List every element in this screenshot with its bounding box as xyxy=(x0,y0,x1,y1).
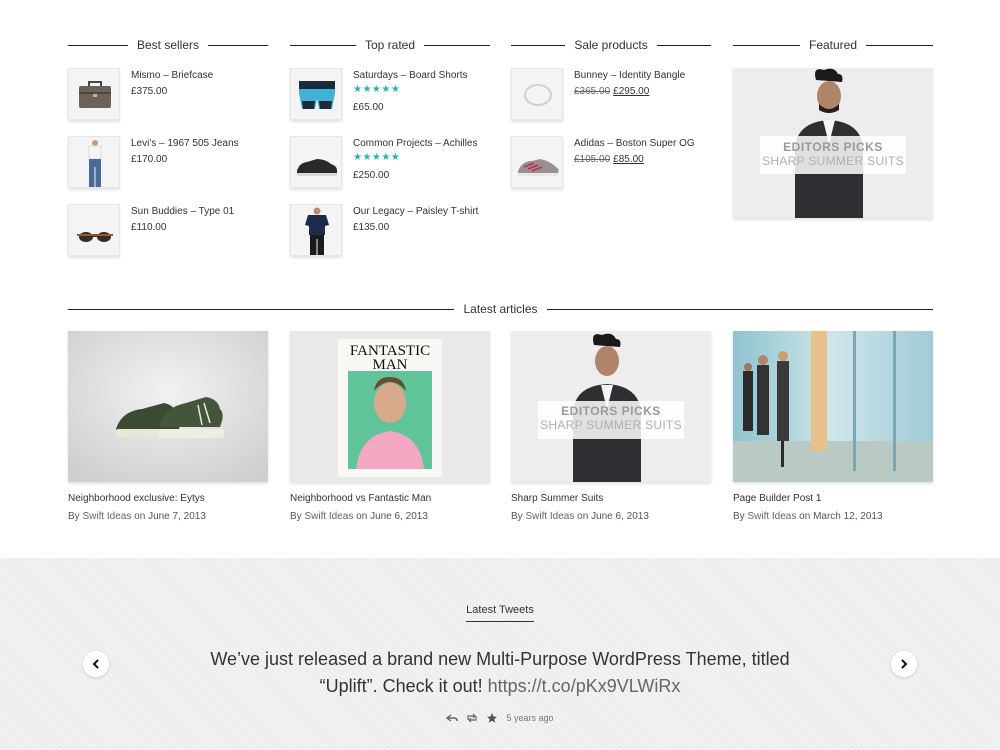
article-date: March 12, 2013 xyxy=(813,511,883,522)
product-widgets: Best sellers Mismo – Briefcase £375.00 L… xyxy=(68,36,933,276)
article-meta: By Swift Ideas on June 6, 2013 xyxy=(290,511,428,522)
retweet-icon[interactable] xyxy=(466,712,478,724)
product-item[interactable]: Common Projects – Achilles ★★★★★ £250.00 xyxy=(290,136,490,190)
product-item[interactable]: Adidas – Boston Super OG £105.00 £85.00 xyxy=(511,136,711,190)
product-price: £170.00 xyxy=(131,154,168,165)
product-price: £250.00 xyxy=(353,170,390,181)
author-link[interactable]: Swift Ideas xyxy=(525,511,574,522)
product-item[interactable]: Bunney – Identity Bangle £365.00 £295.00 xyxy=(511,68,711,122)
banner-line-1: EDITORS PICKS xyxy=(783,140,883,154)
widget-title: Featured xyxy=(733,36,933,54)
article-date: June 7, 2013 xyxy=(148,511,206,522)
product-thumbnail[interactable] xyxy=(290,136,342,188)
top-rated-widget: Top rated Saturdays – Board Shorts ★★★★★… xyxy=(290,36,490,256)
article-meta: By Swift Ideas on June 7, 2013 xyxy=(68,511,206,522)
product-name[interactable]: Our Legacy – Paisley T-shirt xyxy=(353,206,478,217)
product-item[interactable]: Mismo – Briefcase £375.00 xyxy=(68,68,268,122)
article-date: June 6, 2013 xyxy=(370,511,428,522)
product-price: £365.00 £295.00 xyxy=(574,86,649,97)
product-thumbnail[interactable] xyxy=(290,68,342,120)
favorite-star-icon[interactable] xyxy=(486,712,498,724)
author-link[interactable]: Swift Ideas xyxy=(82,511,131,522)
product-price: £65.00 xyxy=(353,102,384,113)
product-name[interactable]: Saturdays – Board Shorts xyxy=(353,70,468,81)
chevron-right-icon xyxy=(901,659,908,669)
article-title[interactable]: Neighborhood vs Fantastic Man xyxy=(290,493,490,504)
rating-stars: ★★★★★ xyxy=(353,152,401,163)
product-price: £375.00 xyxy=(131,86,168,97)
author-link[interactable]: Swift Ideas xyxy=(747,511,796,522)
latest-tweets-section: Latest Tweets We’ve just released a bran… xyxy=(0,558,1000,750)
widget-title: Best sellers xyxy=(68,36,268,54)
product-thumbnail[interactable] xyxy=(68,68,120,120)
article-date: June 6, 2013 xyxy=(591,511,649,522)
author-link[interactable]: Swift Ideas xyxy=(304,511,353,522)
old-price: £105.00 xyxy=(574,154,611,165)
product-price: £110.00 xyxy=(131,222,167,233)
article-meta: By Swift Ideas on March 12, 2013 xyxy=(733,511,883,522)
reply-icon[interactable] xyxy=(446,712,459,724)
magazine-cover-title-1: FANTASTIC xyxy=(349,343,431,359)
product-item[interactable]: Our Legacy – Paisley T-shirt £135.00 xyxy=(290,204,490,258)
product-thumbnail[interactable] xyxy=(68,136,120,188)
article-title[interactable]: Page Builder Post 1 xyxy=(733,493,933,504)
banner-line-2: SHARP SUMMER SUITS xyxy=(540,418,682,432)
article-card[interactable]: FANTASTIC MAN Neighborhood vs Fantastic … xyxy=(290,331,490,522)
chevron-left-icon xyxy=(92,659,99,669)
article-image[interactable] xyxy=(68,331,268,482)
product-thumbnail[interactable] xyxy=(511,136,563,188)
product-item[interactable]: Levi's – 1967 505 Jeans £170.00 xyxy=(68,136,268,190)
article-image[interactable]: FANTASTIC MAN xyxy=(290,331,490,482)
product-name[interactable]: Adidas – Boston Super OG xyxy=(574,138,695,149)
tweet-actions: 5 years ago xyxy=(0,712,1000,724)
article-card[interactable]: Page Builder Post 1 By Swift Ideas on Ma… xyxy=(733,331,933,522)
latest-articles-heading: Latest articles xyxy=(68,300,933,318)
old-price: £365.00 xyxy=(574,86,611,97)
article-card[interactable]: Neighborhood exclusive: Eytys By Swift I… xyxy=(68,331,268,522)
product-thumbnail[interactable] xyxy=(511,68,563,120)
best-sellers-widget: Best sellers Mismo – Briefcase £375.00 L… xyxy=(68,36,268,256)
widget-title: Top rated xyxy=(290,36,490,54)
banner-line-2: SHARP SUMMER SUITS xyxy=(762,154,904,168)
article-image[interactable]: EDITORS PICKS SHARP SUMMER SUITS xyxy=(511,331,711,482)
tweet-link[interactable]: https://t.co/pKx9VLWiRx xyxy=(488,676,681,696)
widget-title: Sale products xyxy=(511,36,711,54)
product-thumbnail[interactable] xyxy=(68,204,120,256)
product-name[interactable]: Sun Buddies – Type 01 xyxy=(131,206,234,217)
next-tweet-button[interactable] xyxy=(891,651,917,677)
sale-price: £295.00 xyxy=(613,86,650,97)
article-image[interactable] xyxy=(733,331,933,482)
product-price: £105.00 £85.00 xyxy=(574,154,644,165)
tweet-text: We’ve just released a brand new Multi-Pu… xyxy=(210,649,790,696)
rating-stars: ★★★★★ xyxy=(353,84,401,95)
product-name[interactable]: Mismo – Briefcase xyxy=(131,70,213,81)
product-item[interactable]: Sun Buddies – Type 01 £110.00 xyxy=(68,204,268,258)
product-name[interactable]: Common Projects – Achilles xyxy=(353,138,478,149)
banner-line-1: EDITORS PICKS xyxy=(561,404,661,418)
product-thumbnail[interactable] xyxy=(290,204,342,256)
prev-tweet-button[interactable] xyxy=(83,651,109,677)
product-name[interactable]: Bunney – Identity Bangle xyxy=(574,70,685,81)
sale-products-widget: Sale products Bunney – Identity Bangle £… xyxy=(511,36,711,188)
article-title[interactable]: Neighborhood exclusive: Eytys xyxy=(68,493,268,504)
featured-widget: Featured EDITORS PICKS SHARP SUMMER SUIT… xyxy=(733,36,933,218)
article-card[interactable]: EDITORS PICKS SHARP SUMMER SUITS Sharp S… xyxy=(511,331,711,522)
featured-image[interactable]: EDITORS PICKS SHARP SUMMER SUITS xyxy=(733,68,933,218)
product-name[interactable]: Levi's – 1967 505 Jeans xyxy=(131,138,239,149)
article-title[interactable]: Sharp Summer Suits xyxy=(511,493,711,504)
magazine-cover-title-2: MAN xyxy=(372,357,408,373)
tweet-time: 5 years ago xyxy=(506,713,554,723)
article-meta: By Swift Ideas on June 6, 2013 xyxy=(511,511,649,522)
latest-tweets-heading: Latest Tweets xyxy=(0,604,1000,622)
product-item[interactable]: Saturdays – Board Shorts ★★★★★ £65.00 xyxy=(290,68,490,122)
sale-price: £85.00 xyxy=(613,154,644,165)
product-price: £135.00 xyxy=(353,222,390,233)
